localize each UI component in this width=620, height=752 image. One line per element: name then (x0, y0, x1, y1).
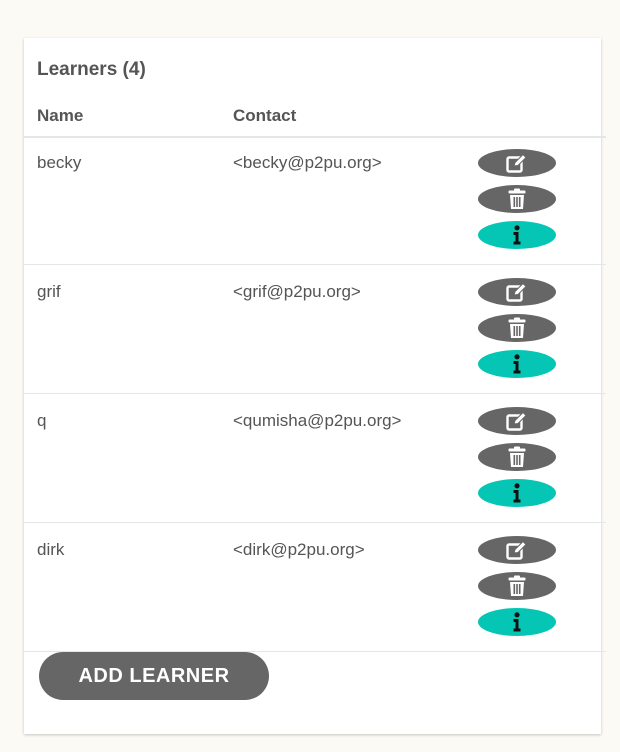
learner-name: becky (37, 153, 82, 172)
trash-icon (508, 575, 526, 596)
learner-name: grif (37, 282, 61, 301)
table-row: becky <becky@p2pu.org> (24, 136, 606, 265)
trash-icon (508, 188, 526, 209)
edit-learner-button[interactable] (478, 149, 556, 177)
info-icon (513, 612, 521, 632)
learner-contact: <becky@p2pu.org> (233, 153, 382, 172)
edit-learner-button[interactable] (478, 536, 556, 564)
learners-table-body: becky <becky@p2pu.org> grif <grif@p2pu.o… (24, 136, 606, 652)
learners-title: Learners (4) (37, 59, 146, 80)
edit-icon (506, 411, 527, 431)
row-actions (478, 536, 556, 644)
learner-info-button[interactable] (478, 221, 556, 249)
info-icon (513, 483, 521, 503)
edit-icon (506, 540, 527, 560)
trash-icon (508, 317, 526, 338)
learner-name: q (37, 411, 47, 430)
table-header: Name Contact (24, 104, 606, 138)
table-row: dirk <dirk@p2pu.org> (24, 523, 606, 652)
learner-contact: <qumisha@p2pu.org> (233, 411, 402, 430)
delete-learner-button[interactable] (478, 185, 556, 213)
trash-icon (508, 446, 526, 467)
delete-learner-button[interactable] (478, 572, 556, 600)
table-row: grif <grif@p2pu.org> (24, 265, 606, 394)
learner-info-button[interactable] (478, 608, 556, 636)
delete-learner-button[interactable] (478, 443, 556, 471)
edit-learner-button[interactable] (478, 407, 556, 435)
info-icon (513, 225, 521, 245)
column-header-name: Name (37, 106, 84, 125)
learners-card: Learners (4) Name Contact becky <becky@p… (24, 38, 606, 734)
add-learner-button[interactable]: ADD LEARNER (39, 652, 269, 700)
edit-icon (506, 153, 527, 173)
row-actions (478, 407, 556, 515)
table-row: q <qumisha@p2pu.org> (24, 394, 606, 523)
learner-contact: <dirk@p2pu.org> (233, 540, 365, 559)
learner-contact: <grif@p2pu.org> (233, 282, 361, 301)
learner-name: dirk (37, 540, 65, 559)
edit-icon (506, 282, 527, 302)
column-header-contact: Contact (233, 106, 297, 125)
learner-info-button[interactable] (478, 479, 556, 507)
row-actions (478, 149, 556, 257)
edit-learner-button[interactable] (478, 278, 556, 306)
row-actions (478, 278, 556, 386)
info-icon (513, 354, 521, 374)
delete-learner-button[interactable] (478, 314, 556, 342)
learner-info-button[interactable] (478, 350, 556, 378)
